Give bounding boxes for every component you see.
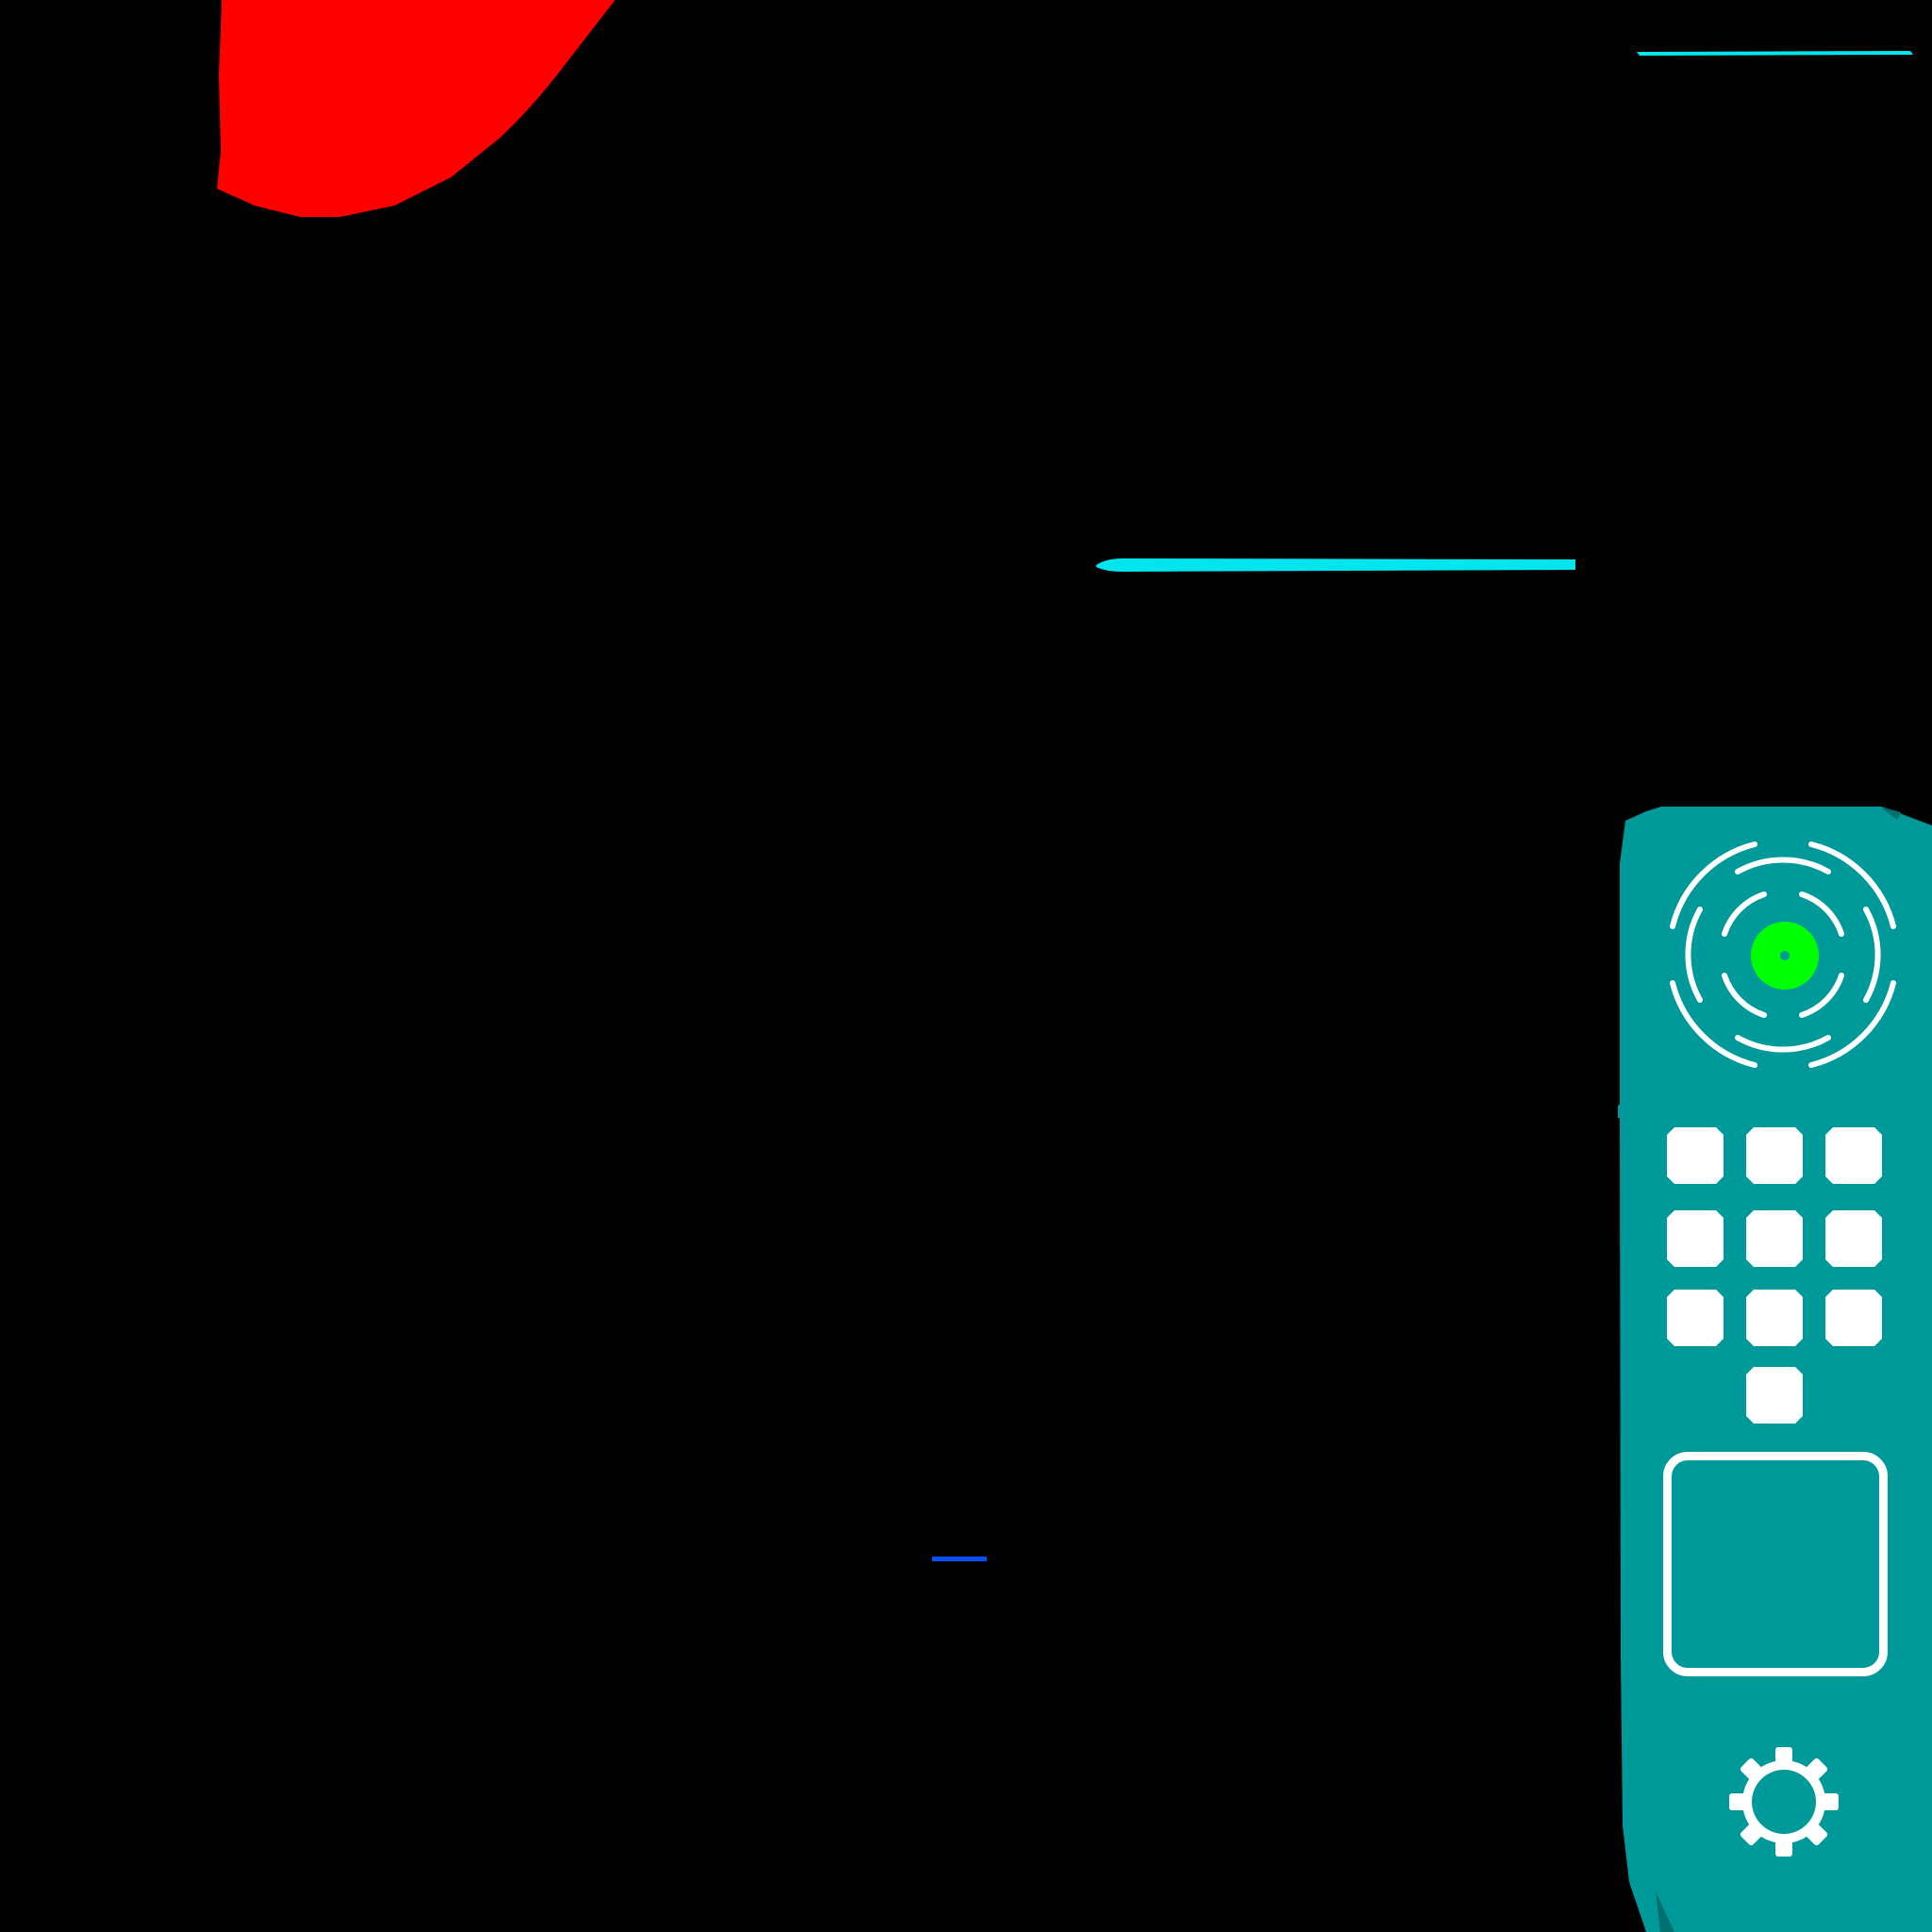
key-8[interactable] [1746,1290,1803,1346]
key-4[interactable] [1667,1210,1724,1267]
touchpad[interactable] [1663,1452,1888,1676]
key-3[interactable] [1825,1127,1882,1184]
key-1[interactable] [1667,1127,1724,1184]
joystick-control[interactable] [1665,837,1901,1073]
key-2[interactable] [1746,1127,1803,1184]
key-7[interactable] [1667,1290,1724,1346]
viewport [0,0,1932,1932]
key-0[interactable] [1746,1367,1803,1424]
key-5[interactable] [1746,1210,1803,1267]
key-6[interactable] [1825,1210,1882,1267]
keypad [1667,1127,1893,1429]
key-9[interactable] [1825,1290,1882,1346]
controls-panel [1618,807,1932,1932]
gear-icon[interactable] [1727,1745,1840,1858]
